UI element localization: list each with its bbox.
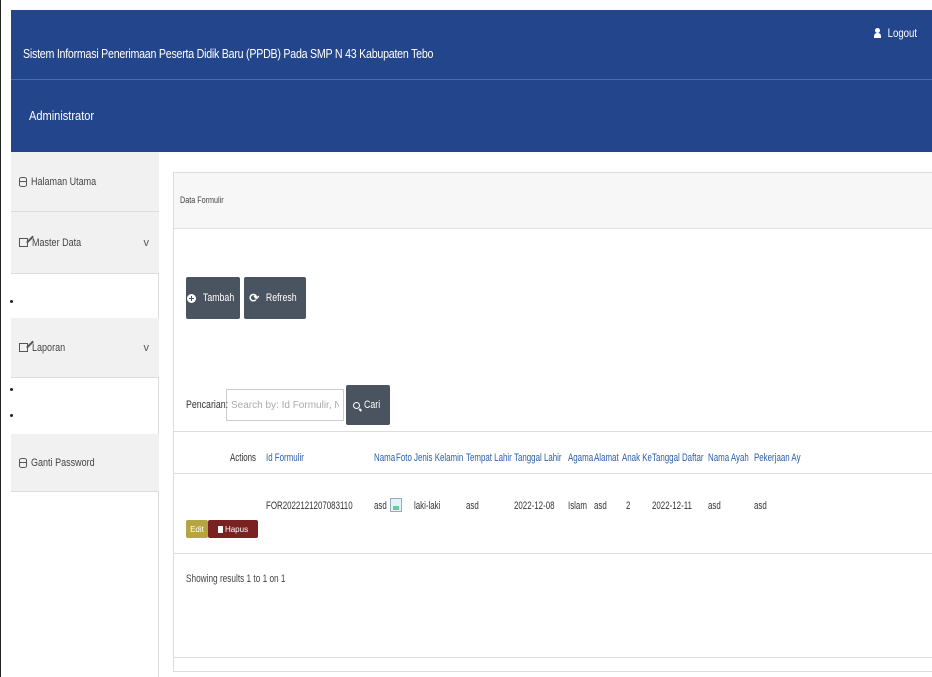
cell-pekerjaan-ayah: asd	[754, 500, 767, 512]
table-row-divider	[174, 553, 932, 554]
sidebar-item-label: Ganti Password	[31, 456, 95, 469]
column-header[interactable]: Tanggal Lahir	[514, 452, 562, 464]
bullet-dot	[10, 300, 13, 303]
logout-button[interactable]: Logout	[874, 26, 921, 40]
top-header: Sistem Informasi Penerimaan Peserta Didi…	[11, 10, 932, 80]
app-frame: Sistem Informasi Penerimaan Peserta Didi…	[0, 0, 932, 677]
cell-nama-ayah: asd	[708, 500, 721, 512]
column-header[interactable]: Tanggal Daftar	[652, 452, 704, 464]
sidebar-item-ganti-password[interactable]: Ganti Password	[11, 434, 159, 492]
hapus-label: Hapus	[224, 524, 249, 534]
column-header[interactable]: Foto	[396, 452, 412, 464]
database-icon	[19, 176, 27, 187]
trash-icon	[217, 525, 223, 533]
column-header[interactable]: Id Formulir	[266, 452, 304, 464]
column-header[interactable]: Pekerjaan Ay	[754, 452, 801, 464]
cell-nama: asd	[374, 500, 387, 512]
edit-button[interactable]: Edit	[186, 520, 208, 538]
sidebar-item-label: Laporan	[32, 341, 66, 354]
column-header[interactable]: Jenis Kelamin	[414, 452, 463, 464]
hapus-button[interactable]: Hapus	[208, 520, 258, 538]
sidebar-item-halaman-utama[interactable]: Halaman Utama	[11, 152, 159, 212]
column-header[interactable]: Agama	[568, 452, 593, 464]
table-divider	[174, 431, 932, 432]
plus-icon	[187, 293, 197, 303]
chevron-down-icon: v	[143, 341, 150, 354]
cell-id-formulir: FOR2022121207083110	[266, 500, 353, 512]
search-label: Pencarian:	[186, 399, 229, 411]
tambah-button[interactable]: Tambah	[186, 277, 240, 319]
role-bar: Administrator	[11, 80, 932, 152]
refresh-button[interactable]: ⟳ Refresh	[244, 277, 306, 319]
refresh-label: Refresh	[266, 292, 297, 304]
column-header[interactable]: Anak Ke	[622, 452, 652, 464]
cell-tempat-lahir: asd	[466, 500, 479, 512]
database-icon	[19, 457, 27, 468]
search-input[interactable]	[226, 389, 344, 421]
sidebar-item-label: Master Data	[32, 236, 82, 249]
cell-tanggal-lahir: 2022-12-08	[514, 500, 555, 512]
photo-icon	[390, 498, 402, 512]
search-row: Pencarian: Cari	[186, 385, 390, 425]
panel-footer-divider	[174, 657, 932, 658]
panel-title: Data Formulir	[180, 195, 224, 205]
user-icon	[874, 28, 882, 38]
data-formulir-panel: Data Formulir Tambah ⟳ Refresh Pencarian…	[173, 172, 932, 672]
sidebar: Halaman Utama Master Data v Laporan v Ga…	[10, 152, 159, 677]
sidebar-item-laporan[interactable]: Laporan v	[11, 318, 159, 378]
role-label: Administrator	[29, 108, 95, 123]
cell-alamat: asd	[594, 500, 607, 512]
refresh-icon: ⟳	[249, 291, 260, 305]
tambah-label: Tambah	[203, 292, 235, 304]
edit-icon	[19, 343, 28, 352]
bullet-dot	[10, 414, 13, 417]
sidebar-item-label: Halaman Utama	[31, 175, 97, 188]
cell-tanggal-daftar: 2022-12-11	[652, 500, 692, 512]
cell-anak-ke: 2	[626, 500, 631, 512]
logout-label: Logout	[887, 26, 918, 40]
table-row-divider	[174, 473, 932, 474]
column-header: Actions	[230, 452, 256, 464]
column-header[interactable]: Tempat Lahir	[466, 452, 512, 464]
edit-label: Edit	[190, 524, 204, 534]
search-icon	[353, 401, 361, 409]
cari-button[interactable]: Cari	[346, 385, 390, 425]
cari-label: Cari	[364, 399, 381, 411]
panel-header: Data Formulir	[174, 173, 932, 229]
edit-icon	[19, 238, 28, 247]
sidebar-item-master-data[interactable]: Master Data v	[11, 212, 159, 274]
column-header[interactable]: Nama	[374, 452, 395, 464]
app-title: Sistem Informasi Penerimaan Peserta Didi…	[23, 46, 434, 61]
bullet-dot	[10, 388, 13, 391]
cell-jenis-kelamin: laki-laki	[414, 500, 441, 512]
column-header[interactable]: Alamat	[594, 452, 619, 464]
column-header[interactable]: Nama Ayah	[708, 452, 749, 464]
cell-agama: Islam	[568, 500, 587, 512]
results-summary: Showing results 1 to 1 on 1	[186, 573, 286, 585]
chevron-down-icon: v	[143, 236, 150, 249]
